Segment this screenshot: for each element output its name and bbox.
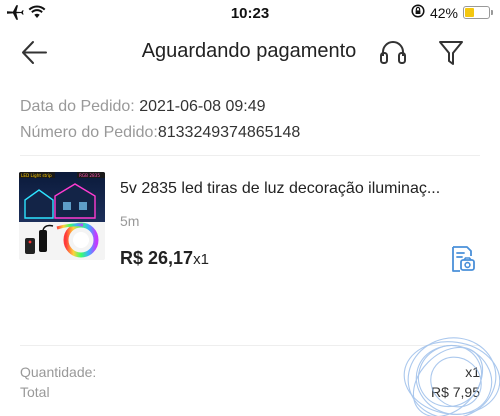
product-price-row: R$ 26,17x1 xyxy=(120,248,209,269)
product-variant: 5m xyxy=(120,213,140,229)
snapshot-icon xyxy=(452,246,475,272)
support-button[interactable] xyxy=(377,37,409,69)
battery-icon xyxy=(463,6,493,19)
battery-percent: 42% xyxy=(429,4,458,21)
summary-total-label: Total xyxy=(20,384,50,400)
order-date-label: Data do Pedido: xyxy=(20,98,135,115)
product-price: R$ 26,17 xyxy=(120,248,194,268)
filter-button[interactable] xyxy=(436,37,466,69)
order-date-row: Data do Pedido: 2021-06-08 09:49 xyxy=(20,94,300,120)
battery-tip xyxy=(491,10,493,15)
order-number-label: Número do Pedido: xyxy=(20,124,158,141)
filter-icon xyxy=(439,41,463,65)
summary-quantity-row: Quantidade: x1 xyxy=(20,364,480,380)
nav-bar: Aguardando pagamento xyxy=(0,28,500,76)
product-image-tag-left: LED Light strip xyxy=(21,173,52,178)
divider xyxy=(20,345,480,346)
product-image[interactable]: LED Light strip RGB 2835 xyxy=(19,172,105,260)
divider xyxy=(20,155,480,156)
order-date-value: 2021-06-08 09:49 xyxy=(139,98,266,115)
orientation-lock-icon xyxy=(411,4,425,21)
headset-icon xyxy=(380,41,406,64)
status-bar: 10:23 42% xyxy=(0,0,500,28)
page-title: Aguardando pagamento xyxy=(141,40,357,62)
status-right: 42% xyxy=(411,4,493,21)
order-number-row: Número do Pedido:8133249374865148 xyxy=(20,120,300,146)
product-image-tag-right: RGB 2835 xyxy=(79,173,100,178)
summary-total-value: R$ 7,95 xyxy=(430,384,480,400)
product-title[interactable]: 5v 2835 led tiras de luz decoração ilumi… xyxy=(120,180,480,198)
summary-quantity-label: Quantidade: xyxy=(20,364,97,380)
summary-total-row: Total R$ 7,95 xyxy=(20,384,480,400)
snapshot-button[interactable] xyxy=(447,244,477,274)
order-info: Data do Pedido: 2021-06-08 09:49 Número … xyxy=(20,94,300,146)
battery-level xyxy=(465,8,475,17)
product-quantity: x1 xyxy=(193,251,209,268)
summary-quantity-value: x1 xyxy=(465,364,480,380)
order-number-value[interactable]: 8133249374865148 xyxy=(158,124,300,141)
